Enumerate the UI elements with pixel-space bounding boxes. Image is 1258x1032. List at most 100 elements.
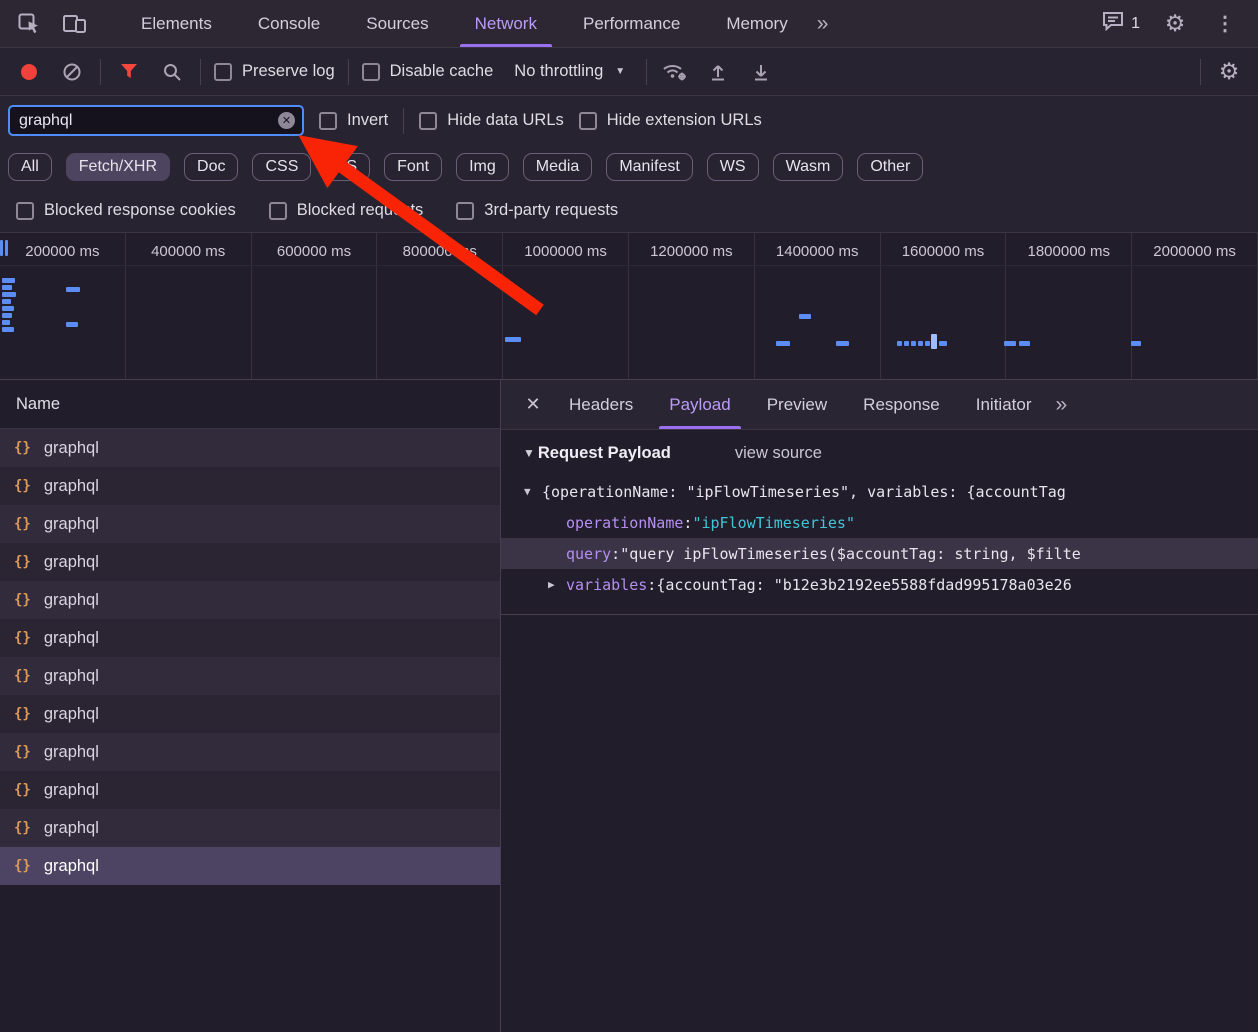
view-source-link[interactable]: view source: [735, 444, 822, 463]
name-column-header[interactable]: Name: [0, 380, 500, 429]
divider: [403, 108, 404, 134]
pill-wasm[interactable]: Wasm: [773, 153, 844, 181]
clear-filter-icon[interactable]: ✕: [278, 112, 295, 129]
tab-elements[interactable]: Elements: [118, 0, 235, 47]
throttling-select[interactable]: No throttling ▼: [506, 62, 633, 81]
device-toolbar-icon[interactable]: [60, 9, 90, 39]
pill-css[interactable]: CSS: [252, 153, 311, 181]
pill-manifest[interactable]: Manifest: [606, 153, 692, 181]
search-icon[interactable]: [157, 57, 187, 87]
pill-media[interactable]: Media: [523, 153, 593, 181]
ruler-line: [0, 265, 1258, 266]
disable-cache-checkbox[interactable]: [362, 63, 380, 81]
timeline-segment: 1200000 ms: [629, 233, 755, 379]
invert-checkbox[interactable]: [319, 112, 337, 130]
pill-all[interactable]: All: [8, 153, 52, 181]
pill-js[interactable]: JS: [325, 153, 370, 181]
checkbox[interactable]: [16, 202, 34, 220]
import-har-icon[interactable]: [703, 57, 733, 87]
request-row[interactable]: {}graphql: [0, 657, 500, 695]
request-row[interactable]: {}graphql: [0, 695, 500, 733]
tab-performance[interactable]: Performance: [560, 0, 703, 47]
tab-network[interactable]: Network: [452, 0, 560, 47]
json-braces-icon: {}: [14, 782, 31, 798]
pill-ws[interactable]: WS: [707, 153, 759, 181]
network-settings-gear-icon[interactable]: ⚙: [1214, 57, 1244, 87]
hide-extension-urls-checkbox[interactable]: [579, 112, 597, 130]
request-name: graphql: [44, 781, 99, 800]
triangle-right-icon[interactable]: ▶: [548, 578, 566, 591]
timeline-overview[interactable]: 200000 ms400000 ms600000 ms800000 ms1000…: [0, 233, 1258, 380]
divider: [348, 59, 349, 85]
request-row[interactable]: {}graphql: [0, 505, 500, 543]
split-view: Name {}graphql{}graphql{}graphql{}graphq…: [0, 380, 1258, 1032]
timeline-segment: 400000 ms: [126, 233, 252, 379]
payload-row[interactable]: ▶variables: {accountTag: "b12e3b2192ee55…: [501, 569, 1258, 600]
pill-fetch-xhr[interactable]: Fetch/XHR: [66, 153, 170, 181]
pill-other[interactable]: Other: [857, 153, 923, 181]
timeline-segment: 2000000 ms: [1132, 233, 1258, 379]
filter-funnel-icon[interactable]: [114, 57, 144, 87]
waterfall-bar: [931, 334, 937, 349]
hide-data-urls-checkbox[interactable]: [419, 112, 437, 130]
checkbox[interactable]: [456, 202, 474, 220]
payload-colon: :: [611, 545, 620, 563]
disable-cache-label: Disable cache: [390, 62, 494, 81]
request-row[interactable]: {}graphql: [0, 543, 500, 581]
more-detail-tabs-chevron-icon[interactable]: »: [1049, 393, 1073, 417]
request-name: graphql: [44, 857, 99, 876]
payload-row[interactable]: query: "query ipFlowTimeseries($accountT…: [501, 538, 1258, 569]
inspect-tools: [0, 9, 118, 39]
hide-extension-urls-option: Hide extension URLs: [579, 111, 762, 130]
console-messages-indicator[interactable]: 1: [1102, 11, 1140, 36]
pill-font[interactable]: Font: [384, 153, 442, 181]
timeline-segment: 800000 ms: [377, 233, 503, 379]
request-row[interactable]: {}graphql: [0, 429, 500, 467]
pill-doc[interactable]: Doc: [184, 153, 238, 181]
preserve-log-checkbox[interactable]: [214, 63, 232, 81]
payload-value: "query ipFlowTimeseries($accountTag: str…: [620, 545, 1081, 563]
request-row[interactable]: {}graphql: [0, 467, 500, 505]
triangle-down-icon[interactable]: ▼: [524, 485, 542, 498]
throttling-value: No throttling: [514, 62, 603, 81]
filter-input[interactable]: [10, 112, 302, 130]
message-count: 1: [1131, 15, 1140, 33]
tab-console[interactable]: Console: [235, 0, 343, 47]
request-row[interactable]: {}graphql: [0, 619, 500, 657]
record-button[interactable]: [14, 57, 44, 87]
payload-divider: [501, 614, 1258, 615]
json-braces-icon: {}: [14, 516, 31, 532]
request-row[interactable]: {}graphql: [0, 733, 500, 771]
payload-row[interactable]: ▼{operationName: "ipFlowTimeseries", var…: [501, 476, 1258, 507]
more-panels-chevron-icon[interactable]: »: [811, 12, 835, 36]
detail-tab-headers[interactable]: Headers: [551, 380, 651, 429]
request-row[interactable]: {}graphql: [0, 847, 500, 885]
payload-row[interactable]: operationName: "ipFlowTimeseries": [501, 507, 1258, 538]
waterfall-bar: [2, 299, 11, 304]
tick-label: 600000 ms: [252, 243, 377, 260]
detail-tab-initiator[interactable]: Initiator: [958, 380, 1050, 429]
tab-memory[interactable]: Memory: [703, 0, 810, 47]
request-row[interactable]: {}graphql: [0, 581, 500, 619]
waterfall-bar: [2, 278, 15, 283]
triangle-down-icon[interactable]: ▼: [523, 446, 535, 460]
invert-option: Invert: [319, 111, 388, 130]
tick-label: 2000000 ms: [1132, 243, 1257, 260]
network-conditions-icon[interactable]: [660, 57, 690, 87]
close-detail-icon[interactable]: ✕: [515, 380, 551, 429]
detail-tab-preview[interactable]: Preview: [749, 380, 845, 429]
request-row[interactable]: {} graphql: [0, 771, 500, 809]
detail-tab-response[interactable]: Response: [845, 380, 958, 429]
inspect-element-icon[interactable]: [14, 9, 44, 39]
export-har-icon[interactable]: [746, 57, 776, 87]
checkbox[interactable]: [269, 202, 287, 220]
detail-tab-payload[interactable]: Payload: [651, 380, 748, 429]
settings-gear-icon[interactable]: ⚙: [1160, 9, 1190, 39]
request-row[interactable]: {}graphql: [0, 809, 500, 847]
kebab-menu-icon[interactable]: ⋮: [1210, 9, 1240, 39]
pill-img[interactable]: Img: [456, 153, 509, 181]
json-braces-icon: {}: [14, 554, 31, 570]
clear-network-log-icon[interactable]: [57, 57, 87, 87]
tab-sources[interactable]: Sources: [343, 0, 451, 47]
payload-preview-text: {operationName: "ipFlowTimeseries", vari…: [542, 483, 1066, 501]
